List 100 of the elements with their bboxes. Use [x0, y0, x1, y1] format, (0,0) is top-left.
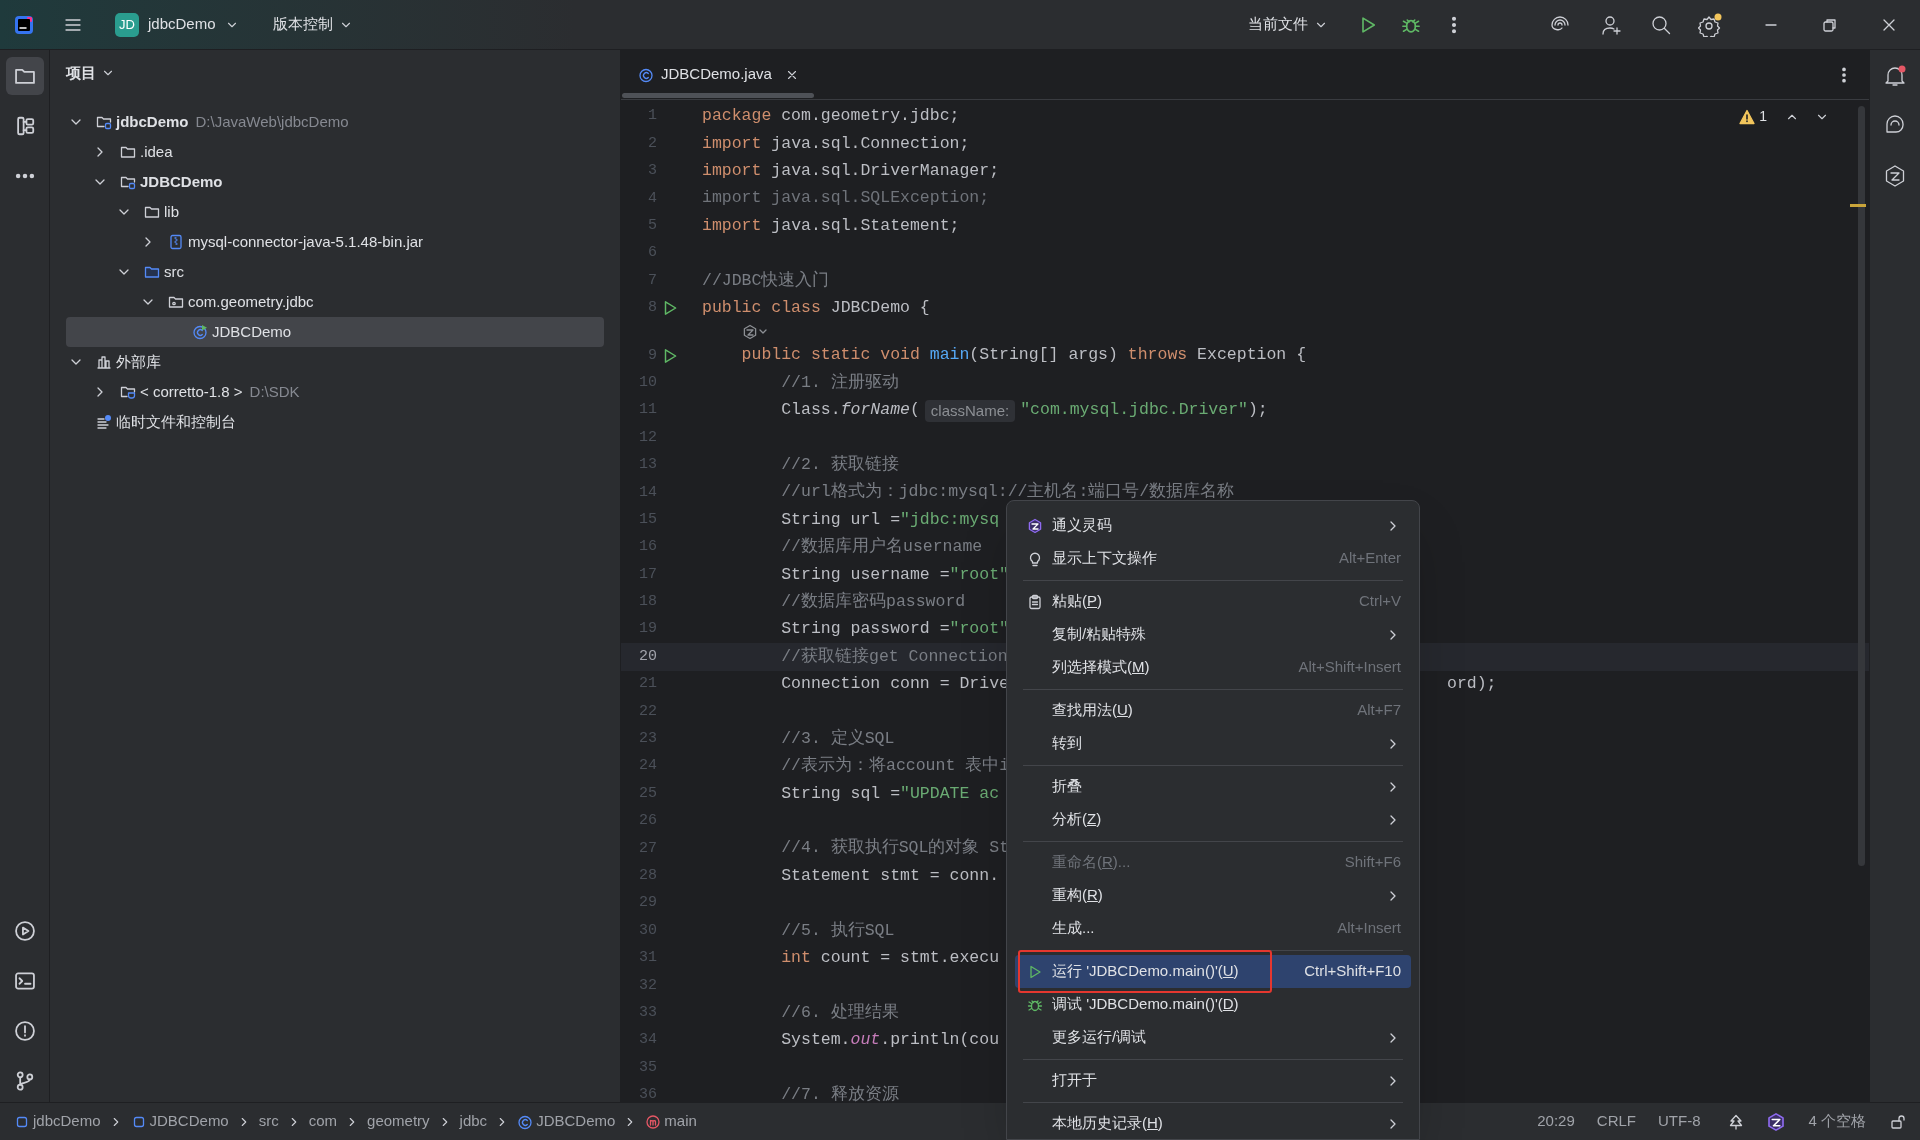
breadcrumb-item[interactable]: src	[258, 1110, 279, 1133]
breadcrumb-item[interactable]: JDBCDemo	[130, 1110, 229, 1133]
scrollbar-thumb[interactable]	[1858, 106, 1865, 866]
settings-icon[interactable]	[1698, 12, 1722, 37]
terminal-icon[interactable]	[13, 970, 36, 992]
jar-file-icon	[168, 234, 184, 250]
code-line: //6. 处理结果	[780, 1001, 899, 1024]
breadcrumb-item[interactable]: JDBCDemo	[517, 1110, 616, 1133]
panel-title[interactable]: 项目	[66, 61, 115, 85]
code-line: int count = stmt.execu	[780, 947, 1000, 970]
code-line: public static void main(String[] args) throws Exception {	[740, 344, 1307, 367]
library-icon	[96, 354, 112, 370]
vcs-dropdown[interactable]: 版本控制	[262, 7, 363, 42]
tongyi-icon	[1027, 517, 1043, 534]
tree-item[interactable]: 临时文件和控制台	[66, 407, 604, 437]
breadcrumb-item[interactable]: geometry	[367, 1110, 430, 1133]
breadcrumb-item[interactable]: com	[308, 1110, 338, 1133]
package-icon	[168, 294, 184, 310]
code-line: import java.sql.DriverManager;	[702, 160, 1000, 183]
tab-scrollbar[interactable]	[622, 93, 814, 98]
clipboard-icon	[1027, 593, 1043, 610]
lock-icon[interactable]	[1890, 1113, 1906, 1130]
menu-item[interactable]: 本地历史记录(H)	[1015, 1107, 1411, 1139]
warning-icon	[1739, 108, 1756, 125]
folder-icon	[144, 204, 160, 220]
tongyi-icon[interactable]	[1883, 164, 1907, 188]
tree-item[interactable]: mysql-connector-java-5.1.48-bin.jar	[66, 227, 604, 257]
breadcrumb-item[interactable]: jdbc	[459, 1110, 488, 1133]
menu-item[interactable]: 更多运行/调试	[1015, 1021, 1411, 1054]
warning-count[interactable]: 1	[1739, 106, 1767, 127]
code-line: import java.sql.SQLException;	[702, 187, 990, 210]
tongyi-icon[interactable]	[1766, 1111, 1787, 1132]
menu-item[interactable]: 重构(R)	[1015, 879, 1411, 912]
code-line: public class JDBCDemo {	[702, 297, 930, 320]
menu-item[interactable]: 打开于	[1015, 1064, 1411, 1097]
menu-item[interactable]: 分析(Z)	[1015, 803, 1411, 836]
tree-item[interactable]: src	[66, 257, 604, 287]
menu-item[interactable]: 通义灵码	[1015, 509, 1411, 542]
menu-item[interactable]: 列选择模式(M) Alt+Shift+Insert	[1015, 651, 1411, 684]
editor-tab[interactable]: JDBCDemo.java	[621, 50, 811, 99]
code-line: //数据库密码password	[780, 590, 966, 613]
code-line: //获取链接get Connection	[780, 645, 1008, 668]
scratch-files-icon	[96, 414, 112, 430]
menu-item[interactable]: 生成... Alt+Insert	[1015, 912, 1411, 945]
code-line: String sql ="UPDATE ac	[780, 782, 1000, 805]
run-config-dropdown[interactable]: 当前文件	[1240, 7, 1336, 42]
breadcrumb-item[interactable]: main	[645, 1110, 697, 1133]
menu-item[interactable]: 调试 'JDBCDemo.main()'(D)	[1015, 988, 1411, 1021]
code-line: Class.forName( className: "com.mysql.jdbc.Driver");	[780, 398, 1268, 423]
tree-item[interactable]: .idea	[66, 137, 604, 167]
tree-item[interactable]: < corretto-1.8 > D:\SDK	[66, 377, 604, 407]
tree-item[interactable]: jdbcDemo D:\JavaWeb\jdbcDemo	[66, 107, 604, 137]
tree-item[interactable]: lib	[66, 197, 604, 227]
notifications-icon[interactable]	[1883, 64, 1907, 88]
code-line: String username ="root"	[780, 563, 1009, 586]
services-icon[interactable]	[13, 920, 36, 942]
line-separator[interactable]: CRLF	[1596, 1110, 1636, 1133]
class-icon	[517, 1113, 534, 1130]
project-tool-button[interactable]	[5, 57, 44, 95]
code-line: //数据库用户名username	[780, 535, 983, 559]
source-folder-icon	[144, 264, 160, 280]
tree-item[interactable]: 外部库	[66, 347, 604, 377]
menu-item[interactable]: 折叠	[1015, 770, 1411, 803]
code-line: package com.geometry.jdbc;	[702, 105, 960, 128]
menu-item[interactable]: 显示上下文操作 Alt+Enter	[1015, 542, 1411, 575]
folder-icon	[120, 144, 136, 160]
menu-item[interactable]: 运行 'JDBCDemo.main()'(U) Ctrl+Shift+F10	[1015, 955, 1411, 988]
tree-item[interactable]: com.geometry.jdbc	[66, 287, 604, 317]
search-icon[interactable]	[1650, 13, 1672, 36]
add-user-icon[interactable]	[1601, 13, 1623, 36]
file-encoding[interactable]: UTF-8	[1658, 1110, 1701, 1133]
tree-icon[interactable]	[1728, 1113, 1745, 1130]
bulb-icon	[1027, 550, 1043, 567]
tree-item[interactable]: JDBCDemo	[66, 167, 604, 197]
problems-icon[interactable]	[13, 1020, 36, 1042]
project-switcher[interactable]: JD jdbcDemo	[105, 7, 249, 42]
menu-item[interactable]: 粘贴(P) Ctrl+V	[1015, 585, 1411, 618]
code-line: //1. 注册驱动	[780, 371, 899, 394]
app-logo-icon	[14, 14, 34, 35]
method-icon	[645, 1113, 662, 1130]
code-line: String url ="jdbc:mysq	[780, 508, 1000, 531]
code-line: //4. 获取执行SQL的对象 St	[780, 837, 1010, 860]
class-icon	[192, 324, 208, 340]
code-line: import java.sql.Statement;	[702, 214, 960, 237]
menu-item[interactable]: 复制/粘贴特殊	[1015, 618, 1411, 651]
module-folder-icon	[120, 174, 136, 190]
cursor-position[interactable]: 20:29	[1537, 1110, 1575, 1133]
code-line: //url格式为：jdbc:mysql://主机名:端口号/数据库名称	[780, 480, 1235, 504]
code-line: String password ="root"	[780, 618, 1009, 641]
menu-item[interactable]: 转到	[1015, 727, 1411, 760]
tree-item[interactable]: JDBCDemo	[66, 317, 604, 347]
class-icon	[638, 66, 654, 83]
code-line: Statement stmt = conn.	[780, 864, 1000, 887]
sdk-folder-icon	[120, 384, 136, 400]
indent-setting[interactable]: 4 个空格	[1808, 1110, 1866, 1133]
breadcrumb-item[interactable]: jdbcDemo	[14, 1110, 101, 1133]
menu-item[interactable]: 查找用法(U) Alt+F7	[1015, 694, 1411, 727]
code-fragment: ord);	[1447, 673, 1497, 696]
code-line: //7. 释放资源	[780, 1084, 899, 1102]
code-line: //5. 执行SQL	[780, 919, 895, 942]
